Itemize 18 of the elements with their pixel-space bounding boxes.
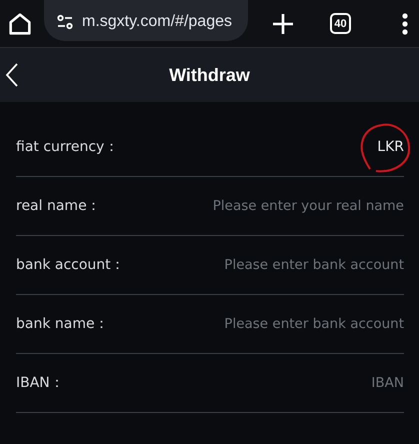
currency-value: LKR [377, 138, 404, 154]
input-field[interactable]: Please enter bank account [164, 316, 404, 332]
field-label: real name： [16, 197, 101, 215]
input-field[interactable]: IBAN [164, 375, 404, 391]
field-label: fiat currency： [16, 138, 118, 156]
more-icon[interactable] [401, 12, 409, 34]
back-icon[interactable] [4, 62, 20, 88]
field-label: IBAN： [16, 374, 64, 392]
input-field[interactable]: Please enter bank account [164, 257, 404, 273]
field-label: bank account： [16, 256, 125, 274]
site-settings-icon[interactable] [56, 12, 74, 30]
new-tab-icon[interactable] [272, 12, 294, 34]
field-label: bank name： [16, 315, 109, 333]
page-title: Withdraw [169, 64, 250, 86]
address-bar[interactable]: m.sgxty.com/#/pages [44, 0, 248, 40]
url-text: m.sgxty.com/#/pages [82, 12, 232, 30]
tab-count-button[interactable]: 40 [330, 13, 351, 34]
input-field[interactable]: Please enter your real name [164, 198, 404, 214]
